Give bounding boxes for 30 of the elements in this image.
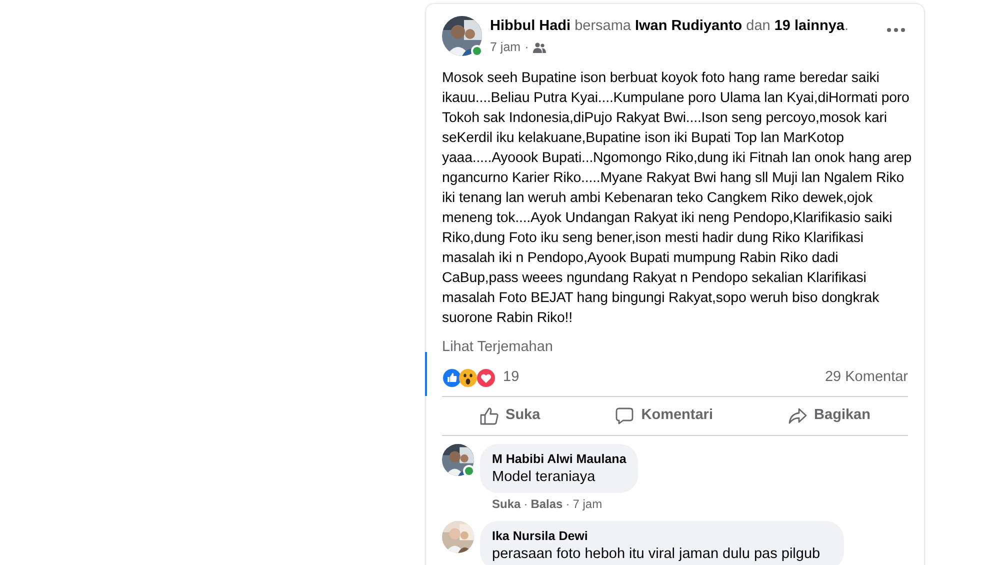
connector-text: dan: [746, 17, 770, 36]
friends-icon: [532, 42, 546, 53]
more-icon: [887, 28, 905, 32]
dot-separator: ·: [524, 496, 528, 512]
reaction-count[interactable]: 19: [503, 366, 520, 388]
share-arrow-icon: [788, 406, 808, 424]
comment-action-link[interactable]: Suka: [492, 494, 521, 512]
comment-text: Model teraniaya: [492, 468, 596, 486]
like-button[interactable]: Suka: [470, 398, 550, 432]
speech-bubble-icon: [615, 406, 634, 424]
others-link[interactable]: 19 lainnya: [774, 17, 844, 36]
translate-link[interactable]: Lihat Terjemahan: [442, 336, 553, 358]
comment-count[interactable]: 29 Komentar: [824, 366, 908, 388]
comment-action-link[interactable]: Balas: [530, 494, 563, 512]
comment-text: perasaan foto heboh itu viral jaman dulu pas pilgub: [492, 544, 822, 564]
post-time[interactable]: 7 jam: [490, 38, 521, 57]
commenter-name[interactable]: Ika Nursila Dewi: [492, 528, 588, 544]
commenter-name[interactable]: M Habibi Alwi Maulana: [492, 450, 626, 466]
reaction-icons[interactable]: [442, 368, 498, 388]
dot-separator: ·: [566, 496, 570, 512]
author-name[interactable]: Hibbul Hadi: [490, 17, 571, 36]
post-text: Mosok seeh Bupatine ison berbuat koyok foto hang rame beredar saiki ikauu....Beliau Putra Kyai....Kumpulane poro Ulama lan Kyai,diHormati poro Tokoh sak Indonesia,diPujo Rakyat Bwi....Ison seng percoyo,mosok kari seKerdil iku kelakuane,Bupatine ison iki Bupati Top lan MarKotop yaaa.....Ayoook Bupati...Ngomongo Riko,dung iki Fitnah lan onok hang arep ngancurno Karier Riko.....Myane Rakyat Bwi hang sll Muji lan Ngalem Riko iki tenang lan weruh ambi Kebenaran teko Cangkem Riko dewek,ojok meneng tok....Ayok Undangan Rakyat iki neng Pendopo,Klarifikasio saiki Riko,dung Foto iku seng bener,ison mesti hadir dung Riko Klarifikasi masalah iki n Pendopo,Ayook Bupati mumpung Rabin Riko dadi CaBup,pass weees ngundang Rakyat n Pendopo sekalian Klarifikasi masalah Foto BEJAT hang bingungi Rakyat,sopo weruh biso dongkrak suorone Rabin Riko!!: [442, 68, 912, 328]
tagged-name[interactable]: Iwan Rudiyanto: [634, 17, 742, 36]
period-text: .: [844, 17, 848, 36]
comment-button[interactable]: Komentari: [605, 398, 723, 432]
share-button[interactable]: Bagikan: [778, 398, 880, 432]
dot-separator: ·: [524, 39, 529, 56]
thumbs-up-icon: [480, 406, 499, 424]
comment-time[interactable]: 7 jam: [572, 494, 602, 512]
connector-text: bersama: [574, 17, 631, 36]
